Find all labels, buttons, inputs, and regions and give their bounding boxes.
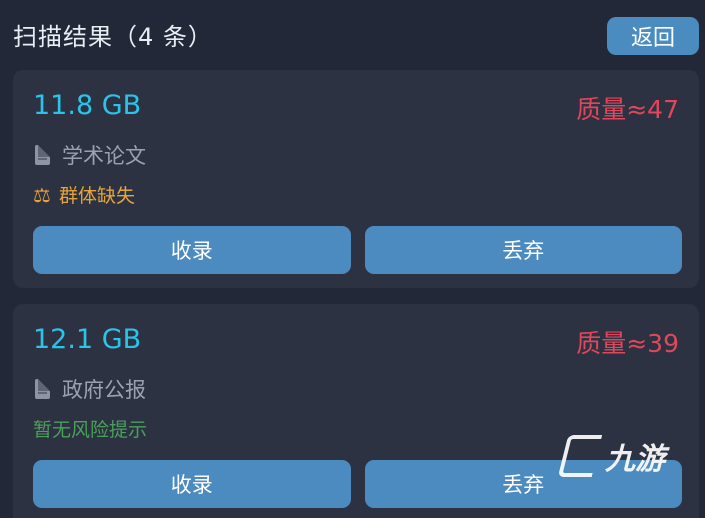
- category-row: 政府公报: [33, 374, 146, 404]
- watermark-text: 九游: [605, 442, 665, 477]
- watermark-logo: 九游: [557, 434, 665, 478]
- document-icon: [35, 379, 50, 399]
- risk-status: 暂无风险提示: [33, 415, 147, 442]
- category-label: 学术论文: [62, 144, 146, 168]
- scale-icon: ⚖: [33, 182, 51, 207]
- document-icon: [35, 145, 50, 165]
- header: 扫描结果（4 条） 返回: [13, 14, 699, 56]
- quality-score: 质量≈47: [576, 95, 679, 124]
- result-card: 11.8 GB 质量≈47 学术论文 ⚖ 群体缺失 收录 丢弃: [13, 70, 699, 288]
- risk-label: 暂无风险提示: [33, 419, 148, 441]
- category-label: 政府公报: [62, 378, 146, 402]
- file-size: 12.1 GB: [33, 324, 142, 355]
- watermark-icon: [557, 435, 603, 477]
- file-size: 11.8 GB: [33, 90, 142, 121]
- quality-score: 质量≈39: [576, 329, 679, 358]
- accept-button[interactable]: 收录: [33, 460, 351, 508]
- accept-button[interactable]: 收录: [33, 226, 351, 274]
- risk-warning: ⚖ 群体缺失: [33, 181, 135, 208]
- category-row: 学术论文: [33, 140, 146, 170]
- result-card: 12.1 GB 质量≈39 政府公报 暂无风险提示 收录 丢弃: [13, 304, 699, 518]
- back-button[interactable]: 返回: [607, 17, 699, 55]
- scan-results-screen: 扫描结果（4 条） 返回 11.8 GB 质量≈47 学术论文 ⚖ 群体缺失 收…: [0, 0, 705, 518]
- discard-button[interactable]: 丢弃: [364, 226, 682, 274]
- risk-label: 群体缺失: [58, 185, 135, 207]
- action-row: 收录 丢弃: [33, 226, 682, 274]
- page-title: 扫描结果（4 条）: [13, 23, 213, 51]
